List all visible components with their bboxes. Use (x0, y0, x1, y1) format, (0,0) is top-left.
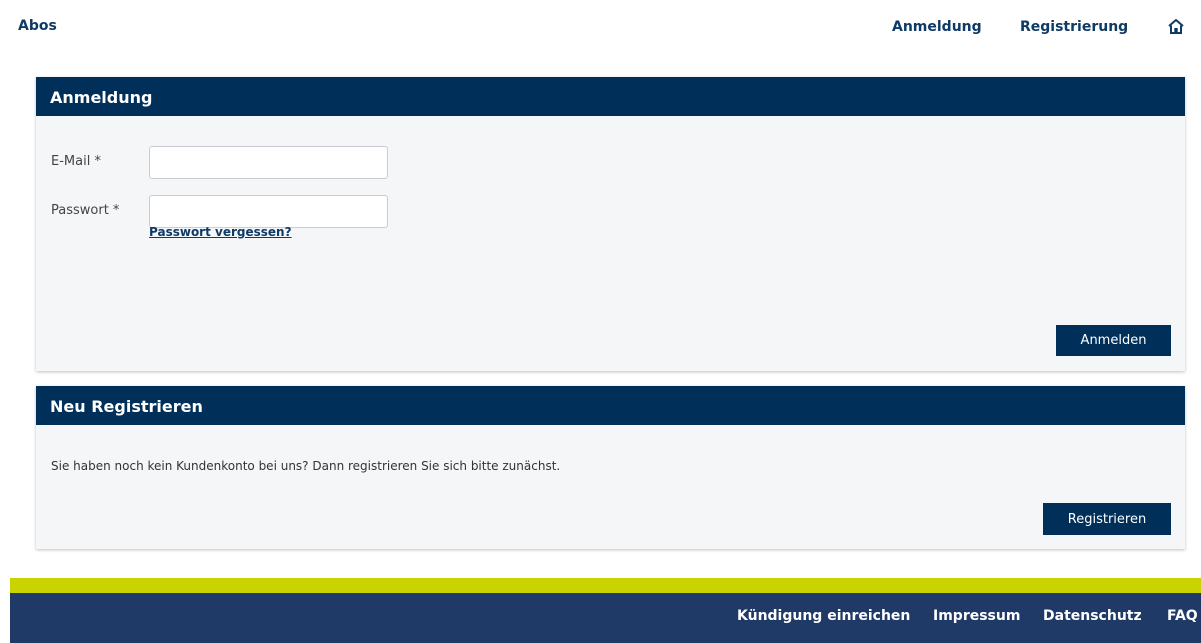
login-button[interactable]: Anmelden (1056, 325, 1171, 356)
nav-register-link[interactable]: Registrierung (1020, 19, 1128, 35)
footer-link-privacy[interactable]: Datenschutz (1043, 608, 1142, 624)
password-field[interactable] (149, 195, 388, 228)
register-panel-title: Neu Registrieren (36, 386, 1185, 425)
footer-link-cancellation[interactable]: Kündigung einreichen (737, 608, 910, 624)
footer-link-faq[interactable]: FAQ (1167, 608, 1198, 624)
forgot-password-link[interactable]: Passwort vergessen? (149, 225, 292, 239)
password-label: Passwort * (51, 203, 120, 218)
nav-login-link[interactable]: Anmeldung (892, 19, 982, 35)
email-label: E-Mail * (51, 154, 101, 169)
home-icon[interactable] (1167, 18, 1185, 36)
brand-link[interactable]: Abos (18, 18, 57, 34)
footer-accent-bar (10, 578, 1201, 593)
login-panel: Anmeldung E-Mail * Passwort * Passwort v… (36, 77, 1185, 371)
top-navigation: Abos Anmeldung Registrierung (0, 0, 1201, 56)
footer (10, 593, 1201, 643)
email-field[interactable] (149, 146, 388, 179)
register-info-text: Sie haben noch kein Kundenkonto bei uns?… (51, 459, 561, 473)
register-button[interactable]: Registrieren (1043, 503, 1171, 535)
login-panel-title: Anmeldung (36, 77, 1185, 116)
register-panel: Neu Registrieren Sie haben noch kein Kun… (36, 386, 1185, 549)
footer-link-imprint[interactable]: Impressum (933, 608, 1020, 624)
